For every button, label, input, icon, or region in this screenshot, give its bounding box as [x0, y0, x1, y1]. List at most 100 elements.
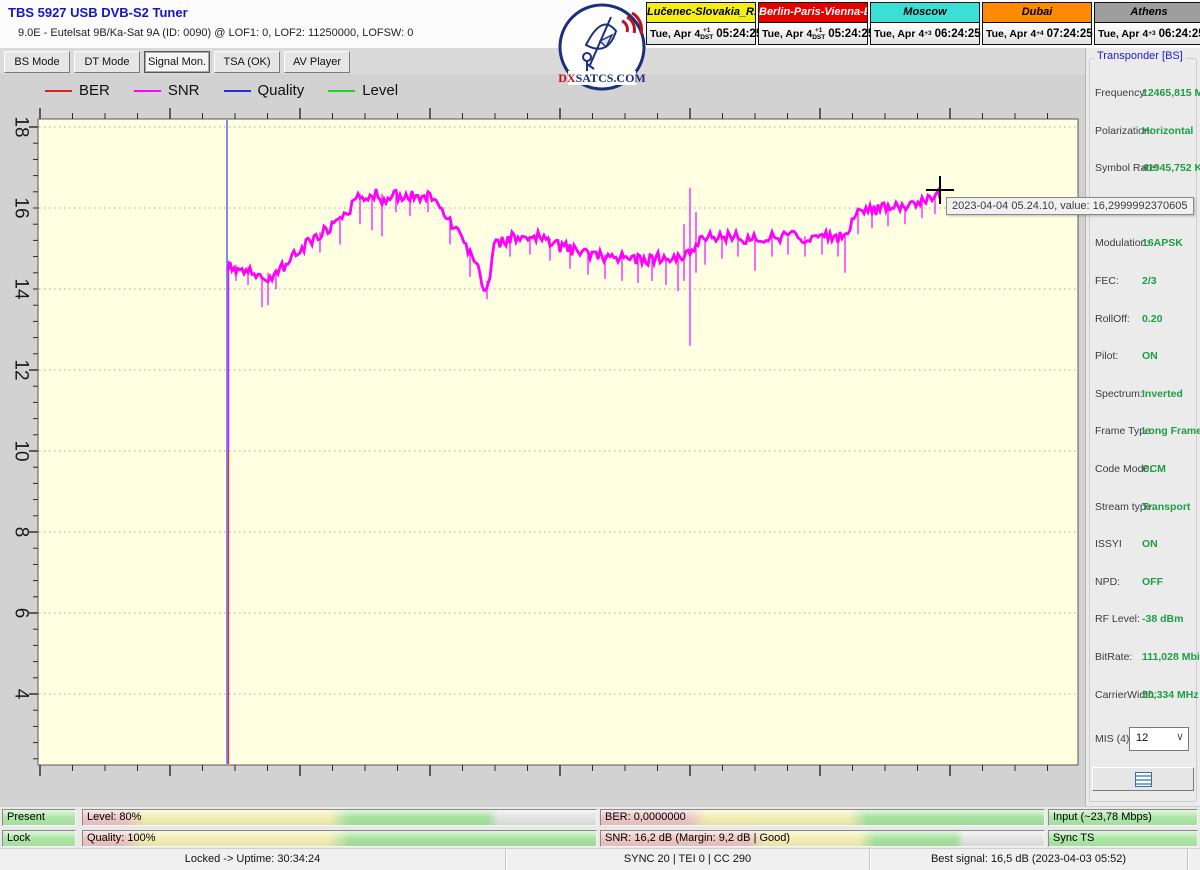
stream-list-button[interactable] — [1092, 767, 1194, 791]
clock-panel: Lučenec-Slovakia_R.Dávid Tue, Apr 4 +1DS… — [646, 2, 762, 45]
legend-color-line — [328, 89, 356, 92]
clock-utc-offset: +3 — [1148, 30, 1156, 37]
legend-item: Quality — [223, 82, 305, 99]
status-progress-bar: Level: 80% — [82, 809, 597, 826]
legend-item: SNR — [133, 82, 200, 99]
transponder-field-row: FEC: 2/3 — [1090, 265, 1196, 303]
tab-signal-mon-[interactable]: Signal Mon. — [144, 51, 210, 73]
clock-time-row: Tue, Apr 4 +1 DST 05:24:25 — [759, 23, 874, 44]
field-value: 0.20 — [1142, 312, 1163, 325]
legend-label: BER — [79, 82, 110, 99]
status-bar-section — [1188, 849, 1200, 870]
clock-utc-offset: +4 — [1036, 30, 1044, 37]
field-value: 111,028 Mbit/s — [1142, 650, 1200, 663]
chart-legend: BER SNR Quality Level — [45, 82, 422, 99]
field-value: 50,334 MHz — [1142, 688, 1199, 701]
svg-text:DXSATCS.COM: DXSATCS.COM — [558, 71, 645, 85]
transponder-fields: Frequency: 12465,815 MHz Polarization: H… — [1090, 77, 1200, 717]
svg-text:18: 18 — [11, 116, 32, 137]
dxsatcs-logo: DXSATCS.COM — [556, 1, 648, 93]
transponder-field-row: Frequency: 12465,815 MHz — [1090, 77, 1200, 115]
svg-text:8: 8 — [11, 527, 32, 538]
field-value: 41945,752 KS/s — [1142, 162, 1200, 175]
field-label: NPD: — [1095, 575, 1121, 588]
snr-history-chart[interactable]: 18 16 14 12 10 8 6 4 — [0, 74, 1085, 806]
clock-utc-offset: +1 DST — [812, 26, 826, 41]
status-bar-section: Locked -> Uptime: 30:34:24 — [0, 849, 506, 870]
status-progress-bar: Quality: 100% — [82, 830, 597, 847]
stream-list-icon — [1134, 771, 1152, 787]
signal-status-bars: Present Level: 80% BER: 0,0000000 Input … — [0, 806, 1200, 849]
chevron-down-icon: ∨ — [1175, 731, 1184, 743]
clock-panel: Moscow Tue, Apr 4 +3 06:24:25 — [870, 2, 981, 45]
clock-city-label: Dubai — [983, 3, 1091, 23]
mis-selected-value: 12 — [1136, 732, 1149, 744]
clock-time: 06:24:25 — [1158, 27, 1200, 40]
status-bar-label: Lock — [7, 832, 31, 844]
legend-color-line — [133, 89, 161, 92]
legend-color-line — [45, 89, 72, 92]
mis-select[interactable]: 12 ∨ — [1129, 727, 1189, 751]
clock-date: Tue, Apr 4 — [1098, 27, 1149, 40]
transponder-field-row: Pilot: ON — [1090, 340, 1196, 378]
transponder-groupbox-title: Transponder [BS] — [1094, 50, 1186, 62]
satellite-dish-icon: DXSATCS.COM — [558, 3, 646, 91]
field-label: RollOff: — [1095, 312, 1130, 325]
clock-panel: Berlin-Paris-Vienna-Belgrade Tue, Apr 4 … — [758, 2, 874, 45]
status-bar-label: SNR: 16,2 dB (Margin: 9,2 dB | Good) — [605, 832, 791, 844]
field-value: Horizontal — [1142, 124, 1194, 137]
clock-city-label: Moscow — [871, 3, 979, 23]
tab-dt-mode[interactable]: DT Mode — [74, 51, 140, 73]
status-progress-bar: Sync TS — [1048, 830, 1198, 847]
status-progress-bar: Present — [2, 809, 76, 826]
svg-text:10: 10 — [11, 440, 32, 461]
field-label: Frequency: — [1095, 87, 1148, 99]
legend-label: SNR — [167, 82, 200, 99]
transponder-field-row: RF Level: -38 dBm — [1090, 603, 1196, 641]
field-label: RF Level: — [1095, 613, 1140, 626]
transponder-field-row: RollOff: 0.20 — [1090, 303, 1196, 341]
transponder-field-row: BitRate: 111,028 Mbit/s — [1090, 641, 1200, 679]
status-bar-label: Present — [7, 811, 45, 823]
transponder-field-row: Spectrum: Inverted — [1090, 378, 1196, 416]
clock-panel: Athens Tue, Apr 4 +3 06:24:25 — [1094, 2, 1200, 45]
clock-time-row: Tue, Apr 4 +3 06:24:25 — [871, 23, 981, 44]
legend-item: Level — [328, 82, 398, 99]
clock-date: Tue, Apr 4 — [762, 27, 813, 40]
logo-text-dx: DX — [558, 71, 576, 85]
svg-text:12: 12 — [11, 359, 32, 380]
field-value: ON — [1142, 350, 1158, 363]
field-value: OFF — [1142, 575, 1163, 588]
transponder-field-row: NPD: OFF — [1090, 566, 1196, 604]
app-title: TBS 5927 USB DVB-S2 Tuner — [8, 5, 188, 20]
transponder-field-row: Stream type: Transport — [1090, 491, 1196, 529]
status-bar-label: Quality: 100% — [87, 832, 156, 844]
tuner-lnb-info: 9.0E - Eutelsat 9B/Ka-Sat 9A (ID: 0090) … — [18, 27, 414, 39]
clock-time-row: Tue, Apr 4 +4 07:24:25 — [983, 23, 1093, 44]
status-progress-bar: Input (~23,78 Mbps) — [1048, 809, 1198, 826]
status-bar-section: Best signal: 16,5 dB (2023-04-03 05:52) — [870, 849, 1188, 870]
transponder-field-row: Symbol Rate: 41945,752 KS/s — [1090, 152, 1200, 190]
svg-text:6: 6 — [11, 608, 32, 619]
crosshair-cursor-vertical — [939, 176, 941, 204]
transponder-field-row: Polarization: Horizontal — [1090, 115, 1196, 153]
tab-av-player[interactable]: AV Player — [284, 51, 350, 73]
clock-city-label: Lučenec-Slovakia_R.Dávid — [647, 3, 755, 23]
legend-color-line — [223, 89, 251, 92]
field-label: Pilot: — [1095, 350, 1119, 363]
field-value: Inverted — [1142, 387, 1183, 400]
status-bar-label: Sync TS — [1053, 832, 1095, 844]
field-label: BitRate: — [1095, 650, 1133, 663]
clock-utc-offset: +3 — [924, 30, 932, 37]
tab-tsa-ok-[interactable]: TSA (OK) — [214, 51, 280, 73]
legend-label: Quality — [257, 82, 305, 99]
status-bar-section: SYNC 20 | TEI 0 | CC 290 — [506, 849, 870, 870]
signal-monitor-chart-area: BER SNR Quality Level 18 16 14 12 10 8 6 4 — [0, 74, 1085, 806]
transponder-field-row: CarrierWidth: 50,334 MHz — [1090, 679, 1199, 717]
field-value: Transport — [1142, 500, 1191, 513]
tab-bs-mode[interactable]: BS Mode — [4, 51, 70, 73]
field-value: 12465,815 MHz — [1142, 87, 1200, 99]
transponder-field-row: Code Mode: CCM — [1090, 453, 1196, 491]
clock-utc-offset: +1 DST — [700, 26, 714, 41]
mis-label: MIS (4): — [1095, 733, 1133, 745]
